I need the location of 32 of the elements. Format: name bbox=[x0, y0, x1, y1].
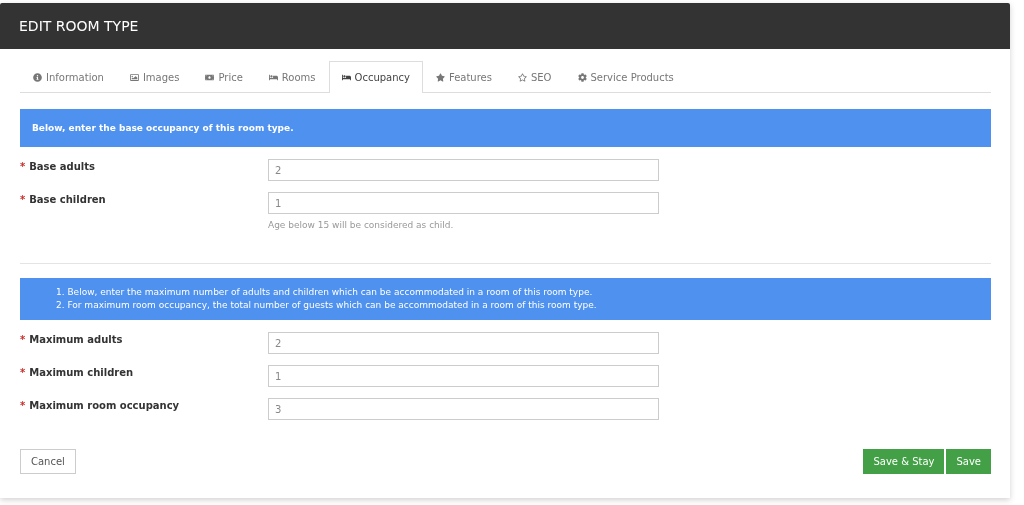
info-text: Below, enter the base occupancy of this room type. bbox=[32, 121, 295, 135]
star-outline-icon bbox=[517, 72, 527, 82]
panel-title: EDIT ROOM TYPE bbox=[19, 18, 139, 34]
settings-icon bbox=[577, 72, 587, 82]
field-hint: Age below 15 will be considered as child. bbox=[268, 220, 455, 230]
info-text: 1. Below, enter the maximum number of adults and children which can be accommodated in a room of this room type. bbox=[56, 286, 594, 299]
banknote-icon bbox=[205, 72, 215, 82]
bed-icon bbox=[268, 72, 278, 82]
save-button[interactable]: Save bbox=[946, 449, 991, 474]
required-mark: * bbox=[20, 194, 26, 205]
field-label: Maximum adults bbox=[29, 334, 123, 345]
save-button[interactable]: Save & Stay bbox=[863, 449, 945, 474]
required-mark: * bbox=[20, 161, 26, 172]
info-icon bbox=[33, 72, 42, 82]
field-label: Base adults bbox=[29, 161, 95, 172]
bed-icon bbox=[341, 73, 351, 82]
field-label: Maximum children bbox=[29, 367, 134, 378]
star-icon bbox=[435, 72, 445, 82]
field-label: Base children bbox=[29, 194, 106, 205]
field-label: Maximum room occupancy bbox=[29, 400, 180, 411]
tab[interactable]: Occupancy bbox=[328, 61, 423, 93]
input-field[interactable]: 1 bbox=[268, 365, 659, 387]
required-mark: * bbox=[20, 367, 26, 378]
input-field[interactable]: 2 bbox=[268, 332, 659, 354]
image-icon bbox=[129, 72, 139, 82]
required-mark: * bbox=[20, 400, 26, 411]
input-field[interactable]: 3 bbox=[268, 398, 659, 420]
required-mark: * bbox=[20, 334, 26, 345]
input-field[interactable]: 1 bbox=[268, 192, 659, 214]
info-text: 2. For maximum room occupancy, the total number of guests which can be accommodated in a room of this room type. bbox=[56, 299, 598, 312]
input-field[interactable]: 2 bbox=[268, 159, 659, 181]
cancel-button[interactable]: Cancel bbox=[20, 449, 76, 474]
